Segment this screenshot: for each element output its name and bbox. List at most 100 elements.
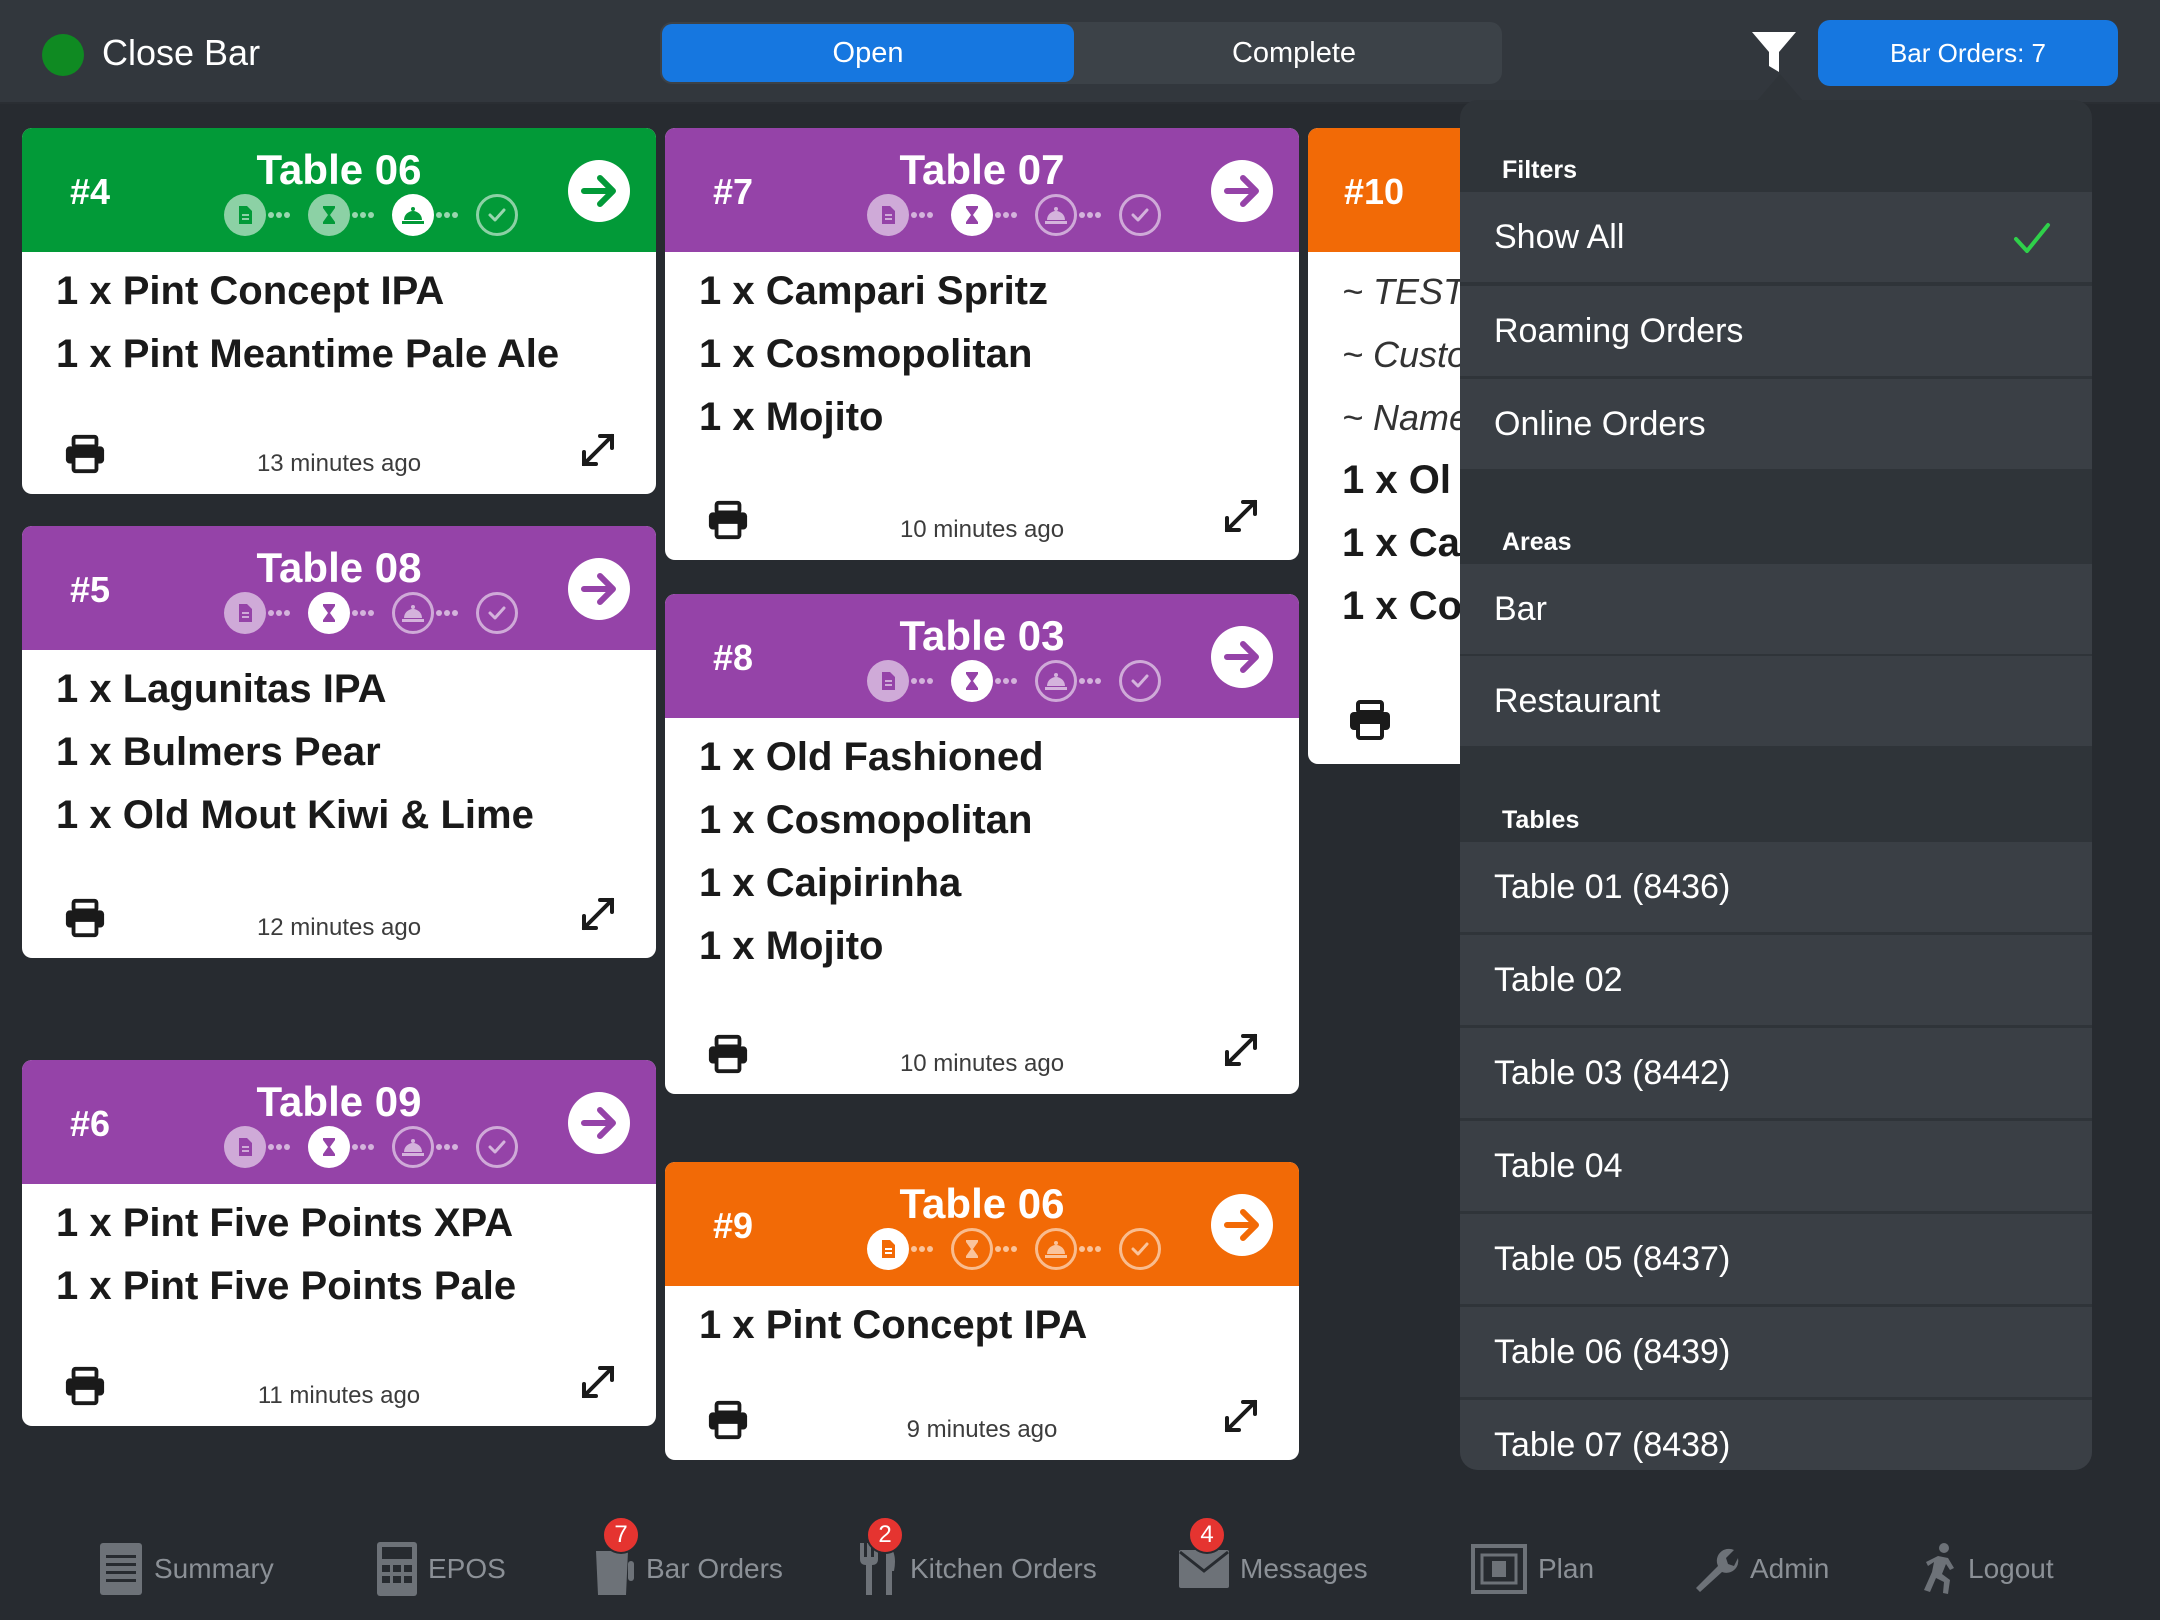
document-icon [867,1228,909,1270]
table-filter-item[interactable]: Table 03 (8442) [1460,1028,2092,1118]
filter-show-all[interactable]: Show All [1460,192,2092,282]
order-item: 1 x Pint Concept IPA [699,1303,1088,1347]
plan-icon [1470,1543,1528,1595]
running-man-icon [1918,1542,1958,1596]
table-filter-item[interactable]: Table 04 [1460,1121,2092,1211]
arrow-right-icon[interactable] [1211,1194,1273,1256]
order-item: 1 x Pint Meantime Pale Ale [56,332,560,376]
tab-summary[interactable]: Summary [98,1538,274,1600]
step-connector [352,607,374,619]
filter-label: Online Orders [1494,404,1706,443]
table-filter-item[interactable]: Table 07 (8438) [1460,1400,2092,1470]
table-filter-item[interactable]: Table 01 (8436) [1460,842,2092,932]
arrow-right-icon[interactable] [1211,626,1273,688]
order-card-header: #5 Table 08 [22,526,656,650]
tab-open[interactable]: Open [662,24,1074,82]
filter-label: Roaming Orders [1494,311,1744,350]
document-icon [867,194,909,236]
hourglass-icon [951,194,993,236]
cloche-icon [1035,660,1077,702]
order-progress-steps [845,660,1161,704]
order-card[interactable]: #8 Table 03 1 x Old Fashioned 1 x Cosmopoli… [665,594,1299,1094]
order-card-footer: 10 minutes ago [665,470,1299,560]
table-filter-label: Table 05 (8437) [1494,1239,1731,1278]
order-card[interactable]: #9 Table 06 1 x Pint Concept IPA 9 minutes … [665,1162,1299,1460]
order-item: 1 x Old Mout Kiwi & Lime [56,793,534,837]
order-card-header: #9 Table 06 [665,1162,1299,1286]
table-filter-label: Table 07 (8438) [1494,1425,1731,1464]
bar-orders-button[interactable]: Bar Orders: 7 [1818,20,2118,86]
arrow-right-icon[interactable] [568,1092,630,1154]
expand-icon[interactable] [1223,1398,1259,1439]
step-connector [436,607,458,619]
arrow-right-icon[interactable] [568,558,630,620]
expand-icon[interactable] [580,1364,616,1405]
hourglass-icon [308,1126,350,1168]
order-card-footer: 9 minutes ago [665,1370,1299,1460]
table-name: Table 08 [256,544,422,591]
checkmark-icon [2012,218,2052,267]
tab-kitchen-orders[interactable]: Kitchen Orders 2 [856,1516,1097,1600]
printer-icon[interactable] [1348,700,1392,745]
table-filter-label: Table 02 [1494,960,1623,999]
expand-icon[interactable] [580,896,616,937]
filter-roaming-orders[interactable]: Roaming Orders [1460,286,2092,376]
area-label: Bar [1494,589,1547,628]
order-items: 1 x Pint Five Points XPA 1 x Pint Five Po… [22,1184,656,1318]
tab-admin[interactable]: Admin [1690,1538,1829,1600]
area-bar[interactable]: Bar [1460,564,2092,654]
check-icon [476,1126,518,1168]
check-icon [1119,194,1161,236]
notification-badge: 4 [1188,1516,1226,1554]
tab-messages[interactable]: Messages 4 [1178,1516,1368,1600]
tab-complete[interactable]: Complete [1088,24,1500,82]
cloche-icon [392,1126,434,1168]
arrow-right-icon[interactable] [568,160,630,222]
expand-icon[interactable] [580,432,616,473]
tab-plan[interactable]: Plan [1470,1538,1594,1600]
tab-label: Plan [1538,1553,1595,1584]
table-name: Table 06 [899,1180,1065,1227]
tab-label: Logout [1968,1553,2054,1584]
document-icon [867,660,909,702]
expand-icon[interactable] [1223,1032,1259,1073]
order-card-header: #8 Table 03 [665,594,1299,718]
step-connector [911,1243,933,1255]
order-item: 1 x Lagunitas IPA [56,667,387,711]
tab-epos[interactable]: EPOS [376,1538,506,1600]
cloche-icon [392,592,434,634]
order-item: 1 x Pint Five Points XPA [56,1201,514,1245]
table-filter-item[interactable]: Table 05 (8437) [1460,1214,2092,1304]
notification-badge: 2 [866,1516,904,1554]
area-restaurant[interactable]: Restaurant [1460,656,2092,746]
step-connector [436,209,458,221]
order-item: 1 x Caipirinha [699,861,962,905]
order-progress-steps [845,1228,1161,1272]
hourglass-icon [308,592,350,634]
bar-status-indicator[interactable] [42,34,84,76]
order-items: 1 x Lagunitas IPA 1 x Bulmers Pear 1 x Old… [22,650,656,847]
order-progress-steps [202,1126,518,1170]
tab-bar-orders[interactable]: Bar Orders 7 [592,1516,783,1600]
hourglass-icon [951,660,993,702]
check-icon [476,194,518,236]
hourglass-icon [951,1228,993,1270]
table-filter-label: Table 01 (8436) [1494,867,1731,906]
table-filter-item[interactable]: Table 06 (8439) [1460,1307,2092,1397]
arrow-right-icon[interactable] [1211,160,1273,222]
order-card[interactable]: #5 Table 08 1 x Lagunitas IPA 1 x Bulmers P… [22,526,656,958]
order-card[interactable]: #6 Table 09 1 x Pint Five Points XPA 1 x Pi… [22,1060,656,1426]
tab-label: Summary [154,1553,274,1584]
close-bar-button[interactable]: Close Bar [102,32,260,74]
hourglass-icon [308,194,350,236]
filter-online-orders[interactable]: Online Orders [1460,379,2092,469]
step-connector [1079,675,1101,687]
document-icon [224,194,266,236]
order-card[interactable]: #4 Table 06 1 x Pint Concept IPA 1 x Pint M… [22,128,656,494]
tab-logout[interactable]: Logout [1918,1538,2054,1600]
order-item: 1 x Mojito [699,395,884,439]
expand-icon[interactable] [1223,498,1259,539]
filter-label: Show All [1494,217,1625,256]
table-filter-item[interactable]: Table 02 [1460,935,2092,1025]
order-card[interactable]: #7 Table 07 1 x Campari Spritz 1 x Cosmopol… [665,128,1299,560]
